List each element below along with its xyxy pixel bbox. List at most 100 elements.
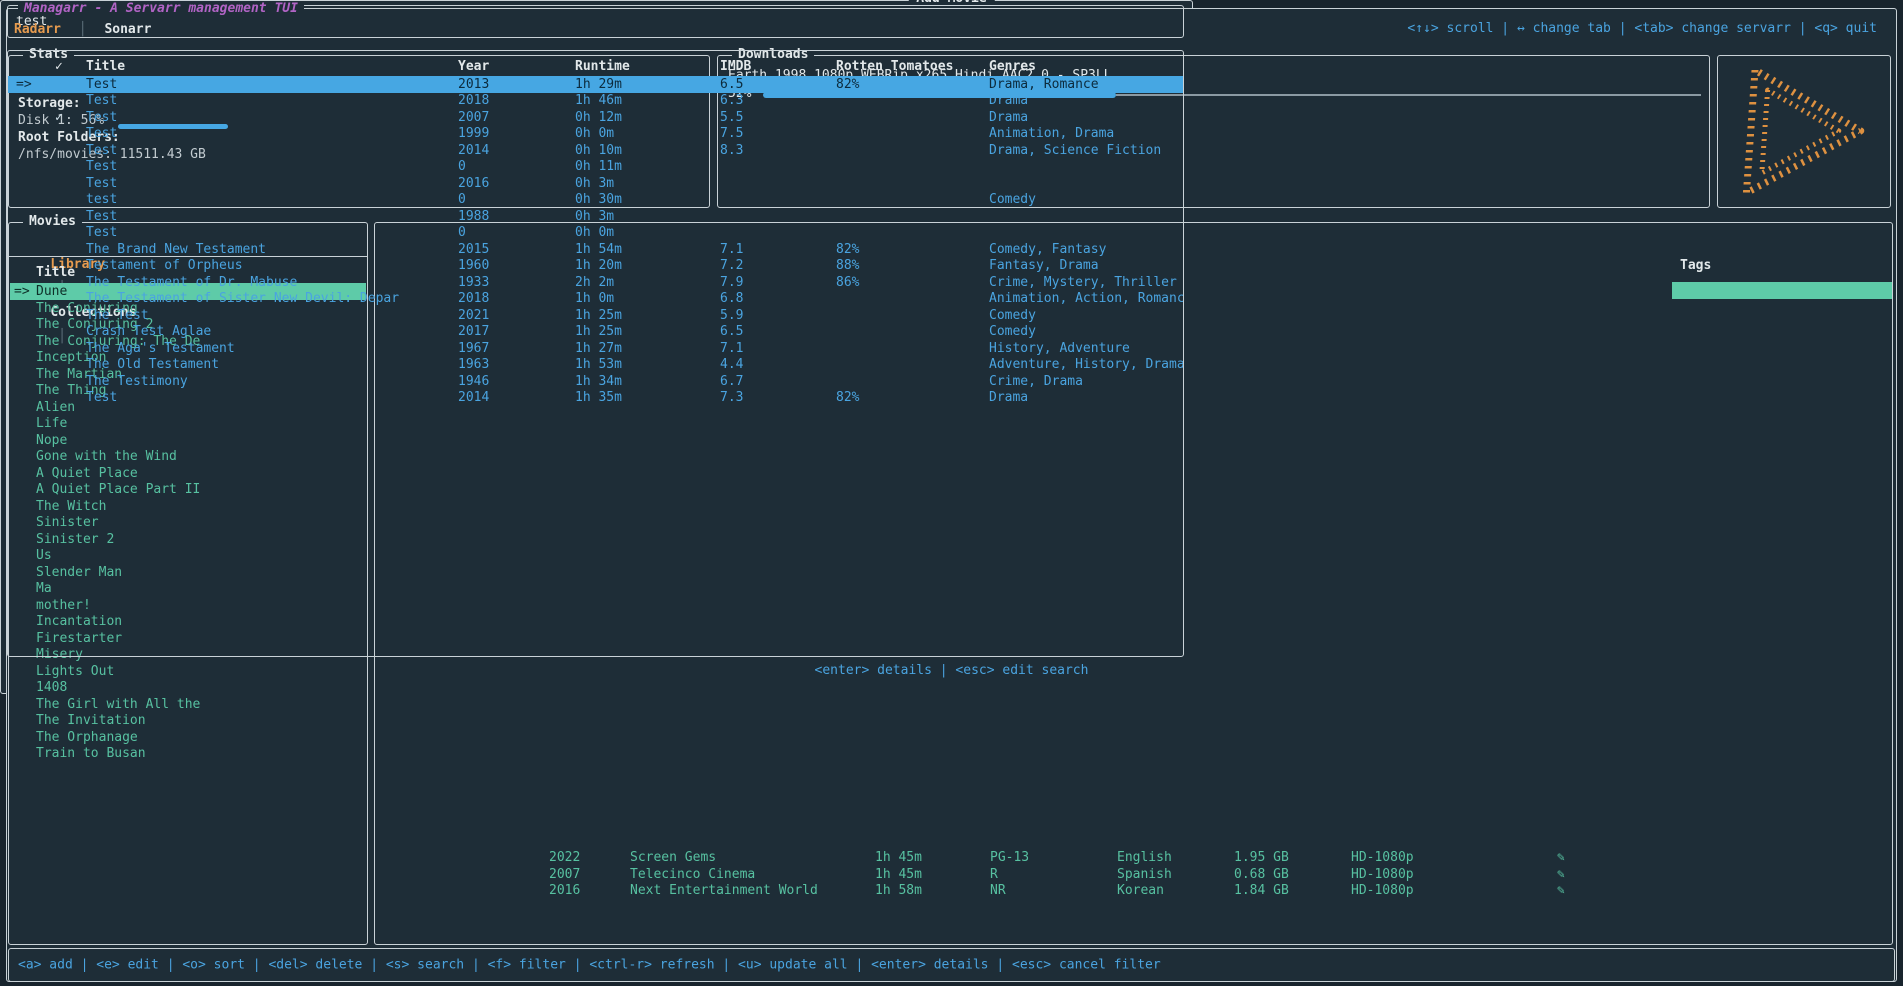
result-genres: Drama, Science Fiction <box>989 142 1161 159</box>
result-year: 2014 <box>458 142 489 159</box>
pencil-icon[interactable]: ✎ <box>1557 882 1565 899</box>
selection-arrow: => <box>16 76 32 93</box>
result-genres: Comedy <box>989 307 1036 324</box>
search-result-row[interactable]: Test 1999 0h 0m 7.5 Animation, Drama <box>8 125 1183 142</box>
file-size: 1.84 GB <box>1234 882 1289 899</box>
search-result-row[interactable]: The Old Testament 1963 1h 53m 4.4 Advent… <box>8 356 1183 373</box>
result-imdb: 6.7 <box>720 373 743 390</box>
search-result-row[interactable]: The Testimony 1946 1h 34m 6.7 Crime, Dra… <box>8 373 1183 390</box>
result-title: The Testament of Sister New Devil: Depar <box>86 290 399 307</box>
movie-list-item[interactable]: The Invitation <box>10 712 366 729</box>
search-result-row[interactable]: The Test 2021 1h 25m 5.9 Comedy <box>8 307 1183 324</box>
file-rating: PG-13 <box>990 849 1029 866</box>
result-title: The Brand New Testament <box>86 241 266 258</box>
movie-file-row[interactable]: 2022 Screen Gems 1h 45m PG-13 English 1.… <box>0 849 1903 866</box>
result-year: 1946 <box>458 373 489 390</box>
result-runtime: 0h 12m <box>575 109 622 126</box>
result-runtime: 1h 27m <box>575 340 622 357</box>
result-genres: Comedy <box>989 323 1036 340</box>
search-results-table: ✓ Title Year Runtime IMDB Rotten Tomatoe… <box>7 50 1184 657</box>
result-genres: Drama <box>989 389 1028 406</box>
search-result-row[interactable]: Test 2016 0h 3m <box>8 175 1183 192</box>
search-result-row[interactable]: Test 2014 1h 35m 7.3 82% Drama <box>8 389 1183 406</box>
tab-separator: │ <box>79 22 87 37</box>
result-genres: History, Adventure <box>989 340 1130 357</box>
movie-file-row[interactable]: 2007 Telecinco Cinema 1h 45m R Spanish 0… <box>0 866 1903 883</box>
movie-title: Train to Busan <box>36 745 146 762</box>
result-title: The Testimony <box>86 373 188 390</box>
file-rating: R <box>990 866 998 883</box>
search-result-row[interactable]: Test 0 0h 11m <box>8 158 1183 175</box>
file-language: Spanish <box>1117 866 1172 883</box>
result-year: 2017 <box>458 323 489 340</box>
result-genres: Animation, Action, Romance <box>989 290 1184 307</box>
result-year: 2014 <box>458 389 489 406</box>
result-year: 2018 <box>458 290 489 307</box>
result-rotten-tomatoes: 82% <box>836 389 859 406</box>
result-year: 2013 <box>458 76 489 93</box>
tab-radarr[interactable]: Radarr <box>14 22 61 37</box>
search-result-row[interactable]: Crash Test Aglae 2017 1h 25m 6.5 Comedy <box>8 323 1183 340</box>
year-column-header: Year <box>458 58 489 75</box>
result-genres: Crime, Drama <box>989 373 1083 390</box>
tab-sonarr[interactable]: Sonarr <box>104 22 151 37</box>
result-imdb: 7.3 <box>720 389 743 406</box>
tags-selected-row[interactable] <box>1672 282 1892 299</box>
search-result-row[interactable]: Testament of Orpheus 1960 1h 20m 7.2 88%… <box>8 257 1183 274</box>
file-runtime: 1h 45m <box>875 849 922 866</box>
result-genres: Animation, Drama <box>989 125 1114 142</box>
file-studio: Telecinco Cinema <box>630 866 755 883</box>
movie-list-item[interactable]: Train to Busan <box>10 745 366 762</box>
search-result-row[interactable]: ✓ Test 2007 0h 12m 5.5 Drama <box>8 109 1183 126</box>
movie-file-row[interactable]: 2016 Next Entertainment World 1h 58m NR … <box>0 882 1903 899</box>
search-result-row[interactable]: The Testament of Sister New Devil: Depar… <box>8 290 1183 307</box>
search-result-row[interactable]: The Testament of Dr. Mabuse 1933 2h 2m 7… <box>8 274 1183 291</box>
result-year: 2016 <box>458 175 489 192</box>
result-imdb: 6.5 <box>720 76 743 93</box>
result-genres: Adventure, History, Drama <box>989 356 1184 373</box>
result-genres: Comedy <box>989 191 1036 208</box>
result-imdb: 5.5 <box>720 109 743 126</box>
result-year: 1967 <box>458 340 489 357</box>
movie-list-item[interactable]: The Orphanage <box>10 729 366 746</box>
result-title: test <box>86 191 117 208</box>
file-quality: HD-1080p <box>1351 882 1414 899</box>
result-runtime: 1h 20m <box>575 257 622 274</box>
result-title: Test <box>86 76 117 93</box>
movie-list-item[interactable]: The Girl with All the <box>10 696 366 713</box>
result-title: Test <box>86 389 117 406</box>
result-year: 1963 <box>458 356 489 373</box>
search-result-row[interactable]: Test 2014 0h 10m 8.3 Drama, Science Fict… <box>8 142 1183 159</box>
file-studio: Screen Gems <box>630 849 716 866</box>
pencil-icon[interactable]: ✎ <box>1557 849 1565 866</box>
search-result-row[interactable]: test 0 0h 30m Comedy <box>8 191 1183 208</box>
result-year: 0 <box>458 224 466 241</box>
top-keybind-help: <↑↓> scroll | ↔ change tab | <tab> chang… <box>1407 21 1877 36</box>
file-studio: Next Entertainment World <box>630 882 818 899</box>
search-result-row[interactable]: Test 2018 1h 46m 6.3 Drama <box>8 92 1183 109</box>
result-imdb: 6.3 <box>720 92 743 109</box>
search-result-row[interactable]: Test 1988 0h 3m <box>8 208 1183 225</box>
result-title: Test <box>86 142 117 159</box>
search-result-row[interactable]: => Test 2013 1h 29m 6.5 82% Drama, Roman… <box>8 76 1183 93</box>
result-runtime: 1h 34m <box>575 373 622 390</box>
result-year: 0 <box>458 191 466 208</box>
pencil-icon[interactable]: ✎ <box>1557 866 1565 883</box>
file-quality: HD-1080p <box>1351 849 1414 866</box>
movie-list-item[interactable]: 1408 <box>10 679 366 696</box>
result-rotten-tomatoes: 82% <box>836 241 859 258</box>
search-result-row[interactable]: The Aga's Testament 1967 1h 27m 7.1 Hist… <box>8 340 1183 357</box>
result-genres: Fantasy, Drama <box>989 257 1099 274</box>
result-year: 2018 <box>458 92 489 109</box>
search-result-row[interactable]: The Brand New Testament 2015 1h 54m 7.1 … <box>8 241 1183 258</box>
check-icon: ✓ <box>55 109 63 126</box>
result-runtime: 0h 3m <box>575 175 614 192</box>
file-size: 1.95 GB <box>1234 849 1289 866</box>
result-title: The Test <box>86 307 149 324</box>
search-result-row[interactable]: Test 0 0h 0m <box>8 224 1183 241</box>
result-year: 2007 <box>458 109 489 126</box>
result-runtime: 1h 29m <box>575 76 622 93</box>
result-title: Test <box>86 109 117 126</box>
result-title: Test <box>86 208 117 225</box>
runtime-column-header: Runtime <box>575 58 630 75</box>
